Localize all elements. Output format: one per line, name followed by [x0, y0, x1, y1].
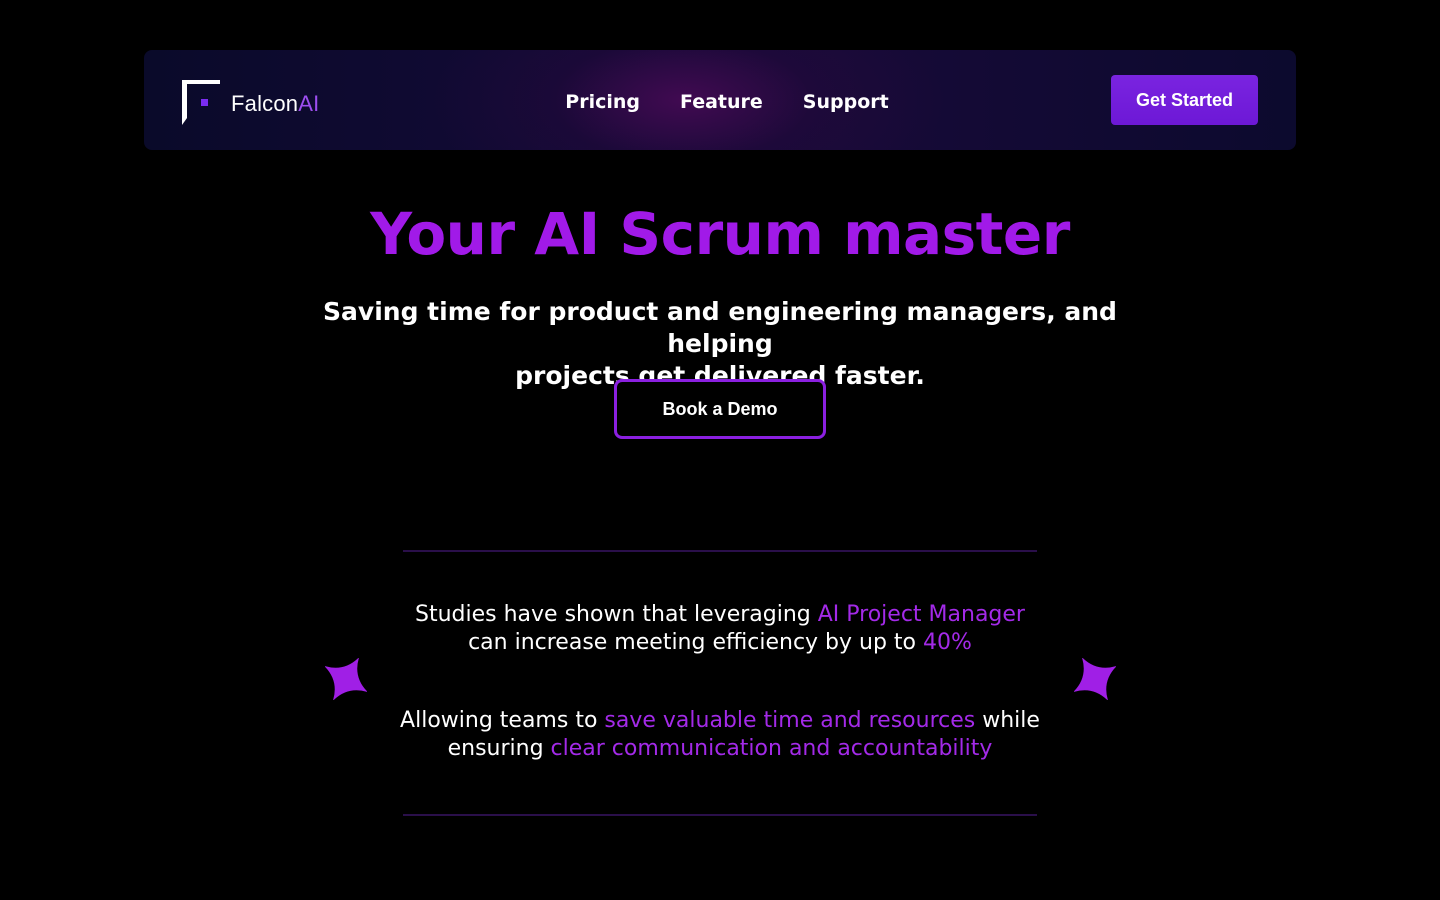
stat-highlight-communication: clear communication and accountability	[550, 736, 993, 761]
hero-subtitle-line1: Saving time for product and engineering …	[323, 297, 1117, 358]
book-demo-button[interactable]: Book a Demo	[614, 379, 826, 439]
nav-link-pricing[interactable]: Pricing	[565, 91, 640, 113]
sparkle-icon	[325, 658, 367, 700]
brand-name: Falcon AI	[231, 91, 319, 117]
get-started-button[interactable]: Get Started	[1111, 75, 1258, 125]
brand-name-main: Falcon	[231, 90, 299, 116]
hero-title: Your AI Scrum master	[370, 200, 1070, 268]
stat-line2-text: can increase meeting efficiency by up to	[468, 630, 924, 655]
stat-highlight-percent: 40%	[923, 630, 972, 655]
stat-efficiency: Studies have shown that leveraging AI Pr…	[370, 601, 1070, 657]
top-navbar: Falcon AI Pricing Feature Support Get St…	[144, 50, 1296, 150]
stat-line3-suffix: while	[975, 708, 1040, 733]
stat-line3-text: Allowing teams to	[400, 708, 605, 733]
falcon-logo-icon	[182, 80, 220, 125]
section-divider-bottom	[403, 814, 1037, 816]
nav-link-support[interactable]: Support	[803, 91, 889, 113]
nav-link-feature[interactable]: Feature	[680, 91, 763, 113]
stat-highlight-ai-pm: AI Project Manager	[817, 602, 1025, 627]
stat-line4-text: ensuring	[447, 736, 551, 761]
brand-name-accent: AI	[298, 90, 320, 116]
brand-logo[interactable]: Falcon AI	[182, 80, 319, 125]
stat-line1-text: Studies have shown that leveraging	[415, 602, 818, 627]
stat-highlight-save-time: save valuable time and resources	[604, 708, 976, 733]
stat-benefits: Allowing teams to save valuable time and…	[370, 707, 1070, 763]
section-divider-top	[403, 550, 1037, 552]
sparkle-icon	[1074, 658, 1116, 700]
hero-subtitle: Saving time for product and engineering …	[270, 296, 1170, 392]
